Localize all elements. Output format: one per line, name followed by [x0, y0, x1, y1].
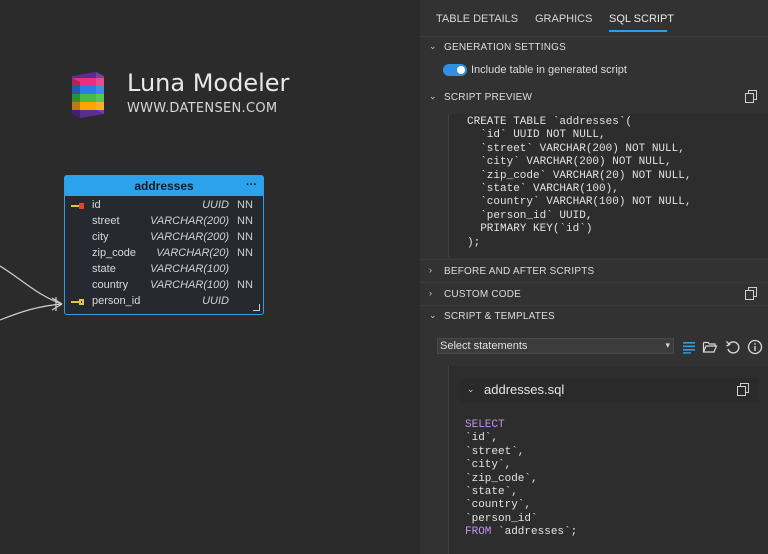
entity-name: addresses: [134, 179, 194, 193]
template-select[interactable]: Select statements ▾: [437, 338, 674, 354]
entity-column[interactable]: country VARCHAR(100) NN: [65, 278, 263, 294]
more-horizontal-icon[interactable]: ···: [246, 176, 257, 194]
copy-icon[interactable]: [745, 287, 757, 300]
chevron-right-icon: ›: [429, 288, 432, 298]
entity-column[interactable]: city VARCHAR(200) NN: [65, 230, 263, 246]
section-script-templates[interactable]: ⌄ SCRIPT & TEMPLATES: [420, 306, 768, 328]
include-table-toggle[interactable]: [443, 64, 467, 76]
tab-table-details[interactable]: TABLE DETAILS: [436, 13, 518, 25]
file-name: addresses.sql: [484, 382, 565, 397]
entity-addresses[interactable]: addresses ··· id UUID NN street VARCHAR(…: [64, 175, 264, 315]
entity-column[interactable]: id UUID NN: [65, 198, 263, 214]
section-script-preview[interactable]: ⌄ SCRIPT PREVIEW: [420, 87, 768, 109]
primary-key-icon: [71, 203, 84, 209]
info-icon[interactable]: [747, 339, 763, 355]
section-before-after-scripts[interactable]: › BEFORE AND AFTER SCRIPTS: [420, 261, 768, 283]
divider: [420, 282, 768, 283]
chevron-right-icon: ›: [429, 265, 432, 275]
tab-bar: TABLE DETAILS GRAPHICS SQL SCRIPT: [420, 0, 768, 37]
undo-icon[interactable]: [725, 339, 741, 355]
chevron-down-icon: ⌄: [429, 91, 437, 101]
entity-column[interactable]: state VARCHAR(100): [65, 262, 263, 278]
foreign-key-icon: [71, 299, 84, 305]
resize-handle[interactable]: [253, 304, 260, 311]
template-sql-code: SELECT `id`, `street`, `city`, `zip_code…: [465, 419, 578, 539]
brand-title: Luna Modeler: [127, 69, 290, 97]
copy-icon[interactable]: [737, 383, 749, 396]
entity-column[interactable]: zip_code VARCHAR(20) NN: [65, 246, 263, 262]
brand-url: WWW.DATENSEN.COM: [127, 101, 278, 116]
divider: [420, 259, 768, 260]
list-icon[interactable]: [681, 339, 697, 355]
luna-modeler-logo-icon: [72, 72, 104, 118]
tab-graphics[interactable]: GRAPHICS: [535, 13, 592, 25]
diagram-canvas[interactable]: Luna Modeler WWW.DATENSEN.COM addresses …: [0, 0, 420, 554]
chevron-down-icon: ⌄: [429, 41, 437, 51]
chevron-down-icon[interactable]: ⌄: [467, 384, 475, 395]
caret-down-icon: ▾: [665, 340, 670, 350]
chevron-down-icon: ⌄: [429, 310, 437, 320]
section-generation-settings[interactable]: ⌄ GENERATION SETTINGS: [420, 37, 768, 59]
include-table-label: Include table in generated script: [471, 64, 627, 76]
copy-icon[interactable]: [745, 90, 757, 103]
entity-column[interactable]: person_id UUID: [65, 294, 263, 310]
tab-sql-script[interactable]: SQL SCRIPT: [609, 13, 674, 25]
entity-header[interactable]: addresses ···: [65, 176, 263, 196]
entity-column[interactable]: street VARCHAR(200) NN: [65, 214, 263, 230]
active-tab-indicator: [609, 30, 667, 32]
script-preview-box[interactable]: CREATE TABLE `addresses`( `id` UUID NOT …: [448, 114, 768, 257]
folder-open-icon[interactable]: [702, 339, 718, 355]
section-custom-code[interactable]: › CUSTOM CODE: [420, 284, 768, 306]
script-preview-code: CREATE TABLE `addresses`( `id` UUID NOT …: [467, 116, 692, 249]
file-header[interactable]: ⌄ addresses.sql: [460, 378, 758, 402]
relationship-lines[interactable]: [0, 250, 70, 330]
properties-panel: TABLE DETAILS GRAPHICS SQL SCRIPT ⌄ GENE…: [420, 0, 768, 554]
